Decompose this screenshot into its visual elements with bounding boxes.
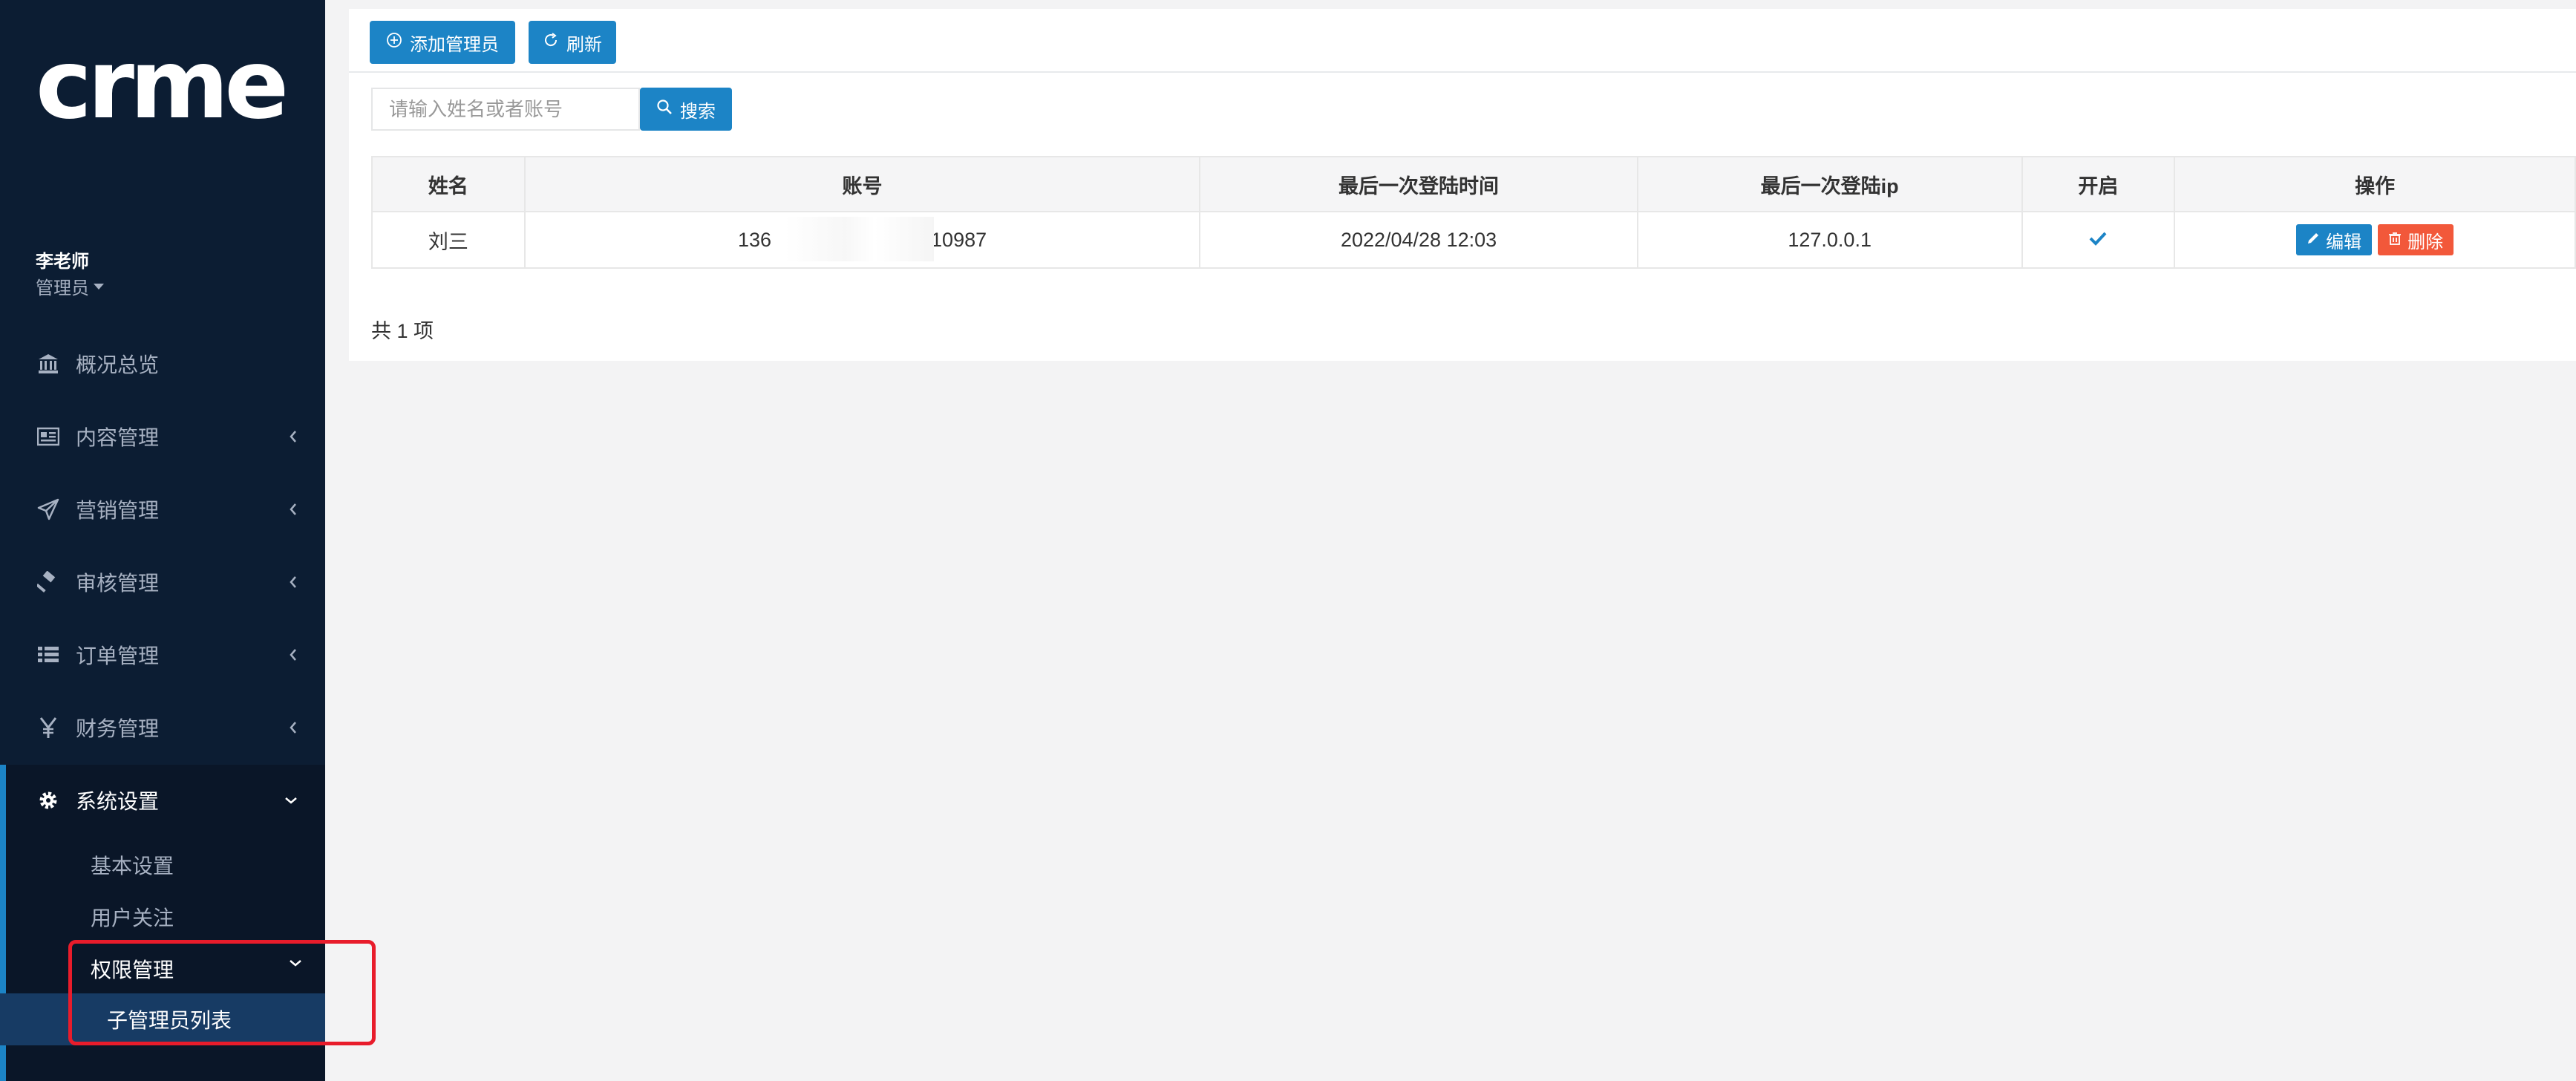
search-input[interactable] xyxy=(371,88,640,131)
chevron-left-icon xyxy=(288,474,298,545)
list-icon xyxy=(36,642,61,667)
column-header-actions: 操作 xyxy=(2174,156,2576,212)
menu-item-review[interactable]: 审核管理 xyxy=(0,546,325,618)
cell-actions: 编辑 删除 xyxy=(2174,211,2576,269)
column-header-enabled: 开启 xyxy=(2021,156,2176,212)
chevron-left-icon xyxy=(288,401,298,472)
user-name: 李老师 xyxy=(36,252,89,272)
add-admin-button[interactable]: 添加管理员 xyxy=(370,21,515,64)
refresh-label: 刷新 xyxy=(566,34,602,55)
refresh-button[interactable]: 刷新 xyxy=(529,21,616,64)
cell-enabled xyxy=(2021,211,2176,269)
menu-item-finance[interactable]: 财务管理 xyxy=(0,692,325,763)
search-label: 搜索 xyxy=(680,101,716,122)
submenu-item-user-follow[interactable]: 用户关注 xyxy=(91,902,174,932)
admin-table: 姓名 账号 最后一次登陆时间 最后一次登陆ip 开启 操作 刘三 136 2109… xyxy=(371,156,2576,269)
gavel-icon xyxy=(36,569,61,595)
menu-item-label: 订单管理 xyxy=(76,644,160,667)
account-value: 136 210987 xyxy=(737,216,987,261)
check-icon xyxy=(2088,229,2108,251)
column-header-account: 账号 xyxy=(523,156,1201,212)
caret-down-icon xyxy=(94,283,104,290)
menu-item-label: 财务管理 xyxy=(76,717,160,740)
svg-text:crmeb: crmeb xyxy=(36,30,288,126)
menu-item-overview[interactable]: 概况总览 xyxy=(0,328,325,399)
user-role-label: 管理员 xyxy=(36,278,89,298)
crmeb-logo: crmeb xyxy=(36,30,288,126)
column-header-name: 姓名 xyxy=(371,156,526,212)
column-header-last-ip: 最后一次登陆ip xyxy=(1636,156,2023,212)
gear-icon xyxy=(36,788,61,813)
chevron-left-icon xyxy=(288,546,298,618)
chevron-left-icon xyxy=(288,692,298,763)
cell-last-ip: 127.0.0.1 xyxy=(1636,211,2023,269)
toolbar-divider xyxy=(349,71,2576,73)
bank-icon xyxy=(36,351,61,376)
user-role-dropdown[interactable]: 管理员 xyxy=(36,273,104,299)
yen-icon xyxy=(36,715,61,740)
account-prefix: 136 xyxy=(737,228,772,251)
cell-last-login: 2022/04/28 12:03 xyxy=(1199,211,1638,269)
menu-item-marketing[interactable]: 营销管理 xyxy=(0,474,325,545)
cell-name: 刘三 xyxy=(371,211,526,269)
submenu-item-sub-admin-list[interactable]: 子管理员列表 xyxy=(0,993,325,1045)
paper-plane-icon xyxy=(36,497,61,522)
cell-account: 136 210987 xyxy=(523,211,1201,269)
search-icon xyxy=(656,99,673,120)
menu-item-label: 概况总览 xyxy=(76,353,160,376)
submenu-item-label: 权限管理 xyxy=(91,958,174,982)
sidebar: crmeb 李老师 管理员 概况总览 内容管理 营销管理 审核管理 xyxy=(0,0,376,1081)
menu-item-orders[interactable]: 订单管理 xyxy=(0,619,325,690)
table-row: 刘三 136210987 2022/04/28 12:03 127.0.0.1 xyxy=(371,211,2576,269)
plus-circle-icon xyxy=(386,32,402,53)
column-header-last-login: 最后一次登陆时间 xyxy=(1199,156,1638,212)
pencil-icon xyxy=(2307,229,2320,250)
menu-item-content[interactable]: 内容管理 xyxy=(0,401,325,472)
menu-item-system-settings[interactable]: 系统设置 xyxy=(0,765,325,836)
menu-item-label: 营销管理 xyxy=(76,499,160,522)
trash-icon xyxy=(2388,229,2402,250)
search-button[interactable]: 搜索 xyxy=(640,88,732,131)
chevron-left-icon xyxy=(288,619,298,690)
submenu-item-basic-settings[interactable]: 基本设置 xyxy=(91,850,174,880)
menu-item-label: 内容管理 xyxy=(76,426,160,449)
table-header-row: 姓名 账号 最后一次登陆时间 最后一次登陆ip 开启 操作 xyxy=(371,156,2576,212)
chevron-down-icon xyxy=(284,765,298,836)
edit-button[interactable]: 编辑 xyxy=(2296,224,2373,255)
chevron-down-icon xyxy=(288,958,303,972)
delete-button[interactable]: 删除 xyxy=(2378,224,2454,255)
newspaper-icon xyxy=(36,424,61,449)
submenu-item-permissions[interactable]: 权限管理 xyxy=(91,954,174,984)
add-admin-label: 添加管理员 xyxy=(410,34,499,55)
refresh-icon xyxy=(543,32,559,53)
redaction-mask xyxy=(785,216,934,261)
menu-item-label: 系统设置 xyxy=(76,790,160,813)
menu-item-label: 审核管理 xyxy=(76,572,160,595)
edit-label: 编辑 xyxy=(2326,232,2362,252)
total-count: 共 1 项 xyxy=(371,320,434,342)
delete-label: 删除 xyxy=(2407,232,2444,252)
